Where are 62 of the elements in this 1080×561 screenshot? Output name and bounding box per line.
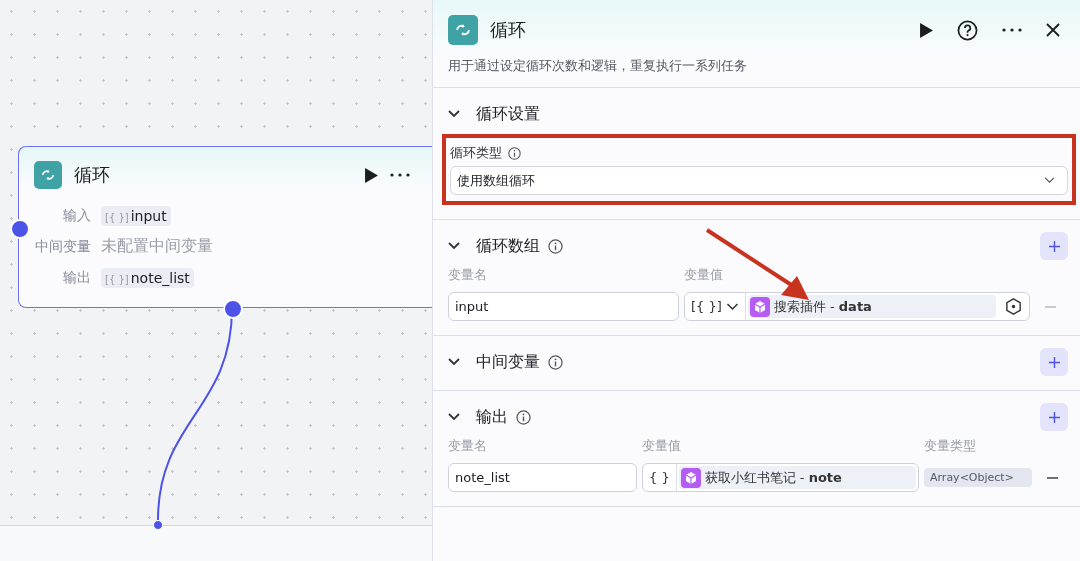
node-card[interactable] <box>0 525 432 561</box>
loop-type-select[interactable]: 使用数组循环 <box>450 166 1068 195</box>
column-header: 变量值 <box>684 266 724 284</box>
caret-icon[interactable] <box>725 302 739 311</box>
info-icon[interactable] <box>548 354 563 370</box>
variable-tag: [{ }]note_list <box>101 267 194 288</box>
value-field[interactable]: { } 获取小红书笔记 - note <box>642 463 919 492</box>
plus-icon <box>1048 240 1060 252</box>
column-header: 变量名 <box>448 266 488 284</box>
loop-icon <box>34 161 62 189</box>
column-header: 变量值 <box>642 437 682 455</box>
cube-icon <box>680 467 701 488</box>
help-icon[interactable] <box>957 19 978 41</box>
port-handle[interactable] <box>223 299 243 319</box>
add-button[interactable] <box>1040 403 1068 431</box>
column-header: 变量类型 <box>924 437 977 455</box>
panel-title: 循环 <box>490 18 527 42</box>
section-title: 循环设置 <box>476 103 540 125</box>
run-icon[interactable] <box>365 167 378 183</box>
loop-node[interactable]: 循环 输入 [{ }]input 中间变量 未配置中间变量 输出 [{ }]note_list <box>18 146 432 308</box>
column-header: 变量名 <box>448 437 488 455</box>
panel-description: 用于通过设定循环次数和逻辑，重复执行一系列任务 <box>448 57 748 75</box>
plus-icon <box>1048 356 1060 368</box>
loop-icon <box>448 15 478 45</box>
hexagon-icon[interactable] <box>1004 297 1023 316</box>
type-selector[interactable]: [{ }] <box>685 293 746 320</box>
reference-chip: 搜索插件 - data <box>747 295 996 318</box>
section-title: 输出 <box>476 406 508 428</box>
add-button[interactable] <box>1040 348 1068 376</box>
cube-icon <box>749 296 770 317</box>
row-label: 输出 <box>62 268 91 287</box>
name-field[interactable]: note_list <box>448 463 637 492</box>
chevron-icon[interactable] <box>448 413 460 421</box>
plus-icon <box>1048 411 1060 423</box>
chevron-icon[interactable] <box>448 358 460 366</box>
info-icon[interactable] <box>516 409 531 425</box>
variable-tag: [{ }]input <box>101 205 171 226</box>
section-title: 循环数组 <box>476 235 540 257</box>
type-selector[interactable]: { } <box>643 464 677 491</box>
reference-chip: 获取小红书笔记 - note <box>678 466 916 489</box>
more-icon[interactable] <box>390 173 410 177</box>
run-icon[interactable] <box>920 22 933 38</box>
info-icon[interactable] <box>548 238 563 254</box>
info-icon[interactable] <box>508 146 521 160</box>
remove-icon[interactable] <box>1046 476 1058 479</box>
field-label: 循环类型 <box>450 144 502 162</box>
chevron-icon <box>1044 177 1055 184</box>
node-title: 循环 <box>74 163 111 187</box>
row-value: 未配置中间变量 <box>101 236 213 257</box>
type-tag: Array<Object> <box>924 468 1032 487</box>
row-label: 输入 <box>62 206 91 225</box>
value-field[interactable]: [{ }] 搜索插件 - data <box>684 292 1030 321</box>
row-label: 中间变量 <box>34 237 91 256</box>
more-icon[interactable] <box>1002 28 1022 32</box>
port-handle[interactable] <box>153 520 163 530</box>
add-button[interactable] <box>1040 232 1068 260</box>
close-icon[interactable] <box>1046 23 1060 37</box>
chevron-icon[interactable] <box>448 110 460 118</box>
name-field[interactable]: input <box>448 292 679 321</box>
port-handle[interactable] <box>10 219 30 239</box>
chevron-icon[interactable] <box>448 242 460 250</box>
section-title: 中间变量 <box>476 351 540 373</box>
